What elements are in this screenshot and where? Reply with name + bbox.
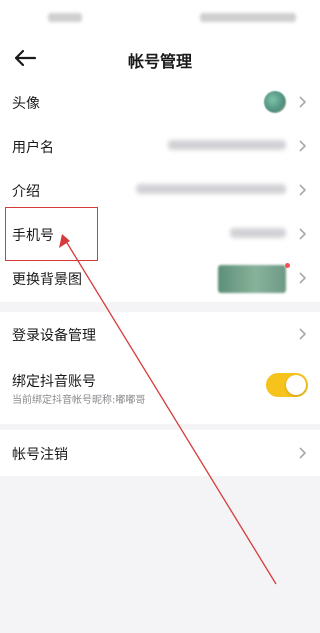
toggle-knob <box>286 375 306 395</box>
background-thumbnail <box>218 265 286 293</box>
status-icons-blurred <box>200 13 296 22</box>
account-cancel-section: 帐号注销 <box>0 430 320 476</box>
account-cancel-label: 帐号注销 <box>12 447 68 463</box>
header: 帐号管理 <box>0 36 320 80</box>
account-cancel-row[interactable]: 帐号注销 <box>0 431 320 475</box>
profile-settings-section: 头像 用户名 介绍 手机号 更换背景图 <box>0 80 320 302</box>
chevron-right-icon <box>299 447 307 459</box>
avatar-label: 头像 <box>12 96 40 112</box>
status-bar <box>0 0 320 36</box>
avatar-row[interactable]: 头像 <box>0 80 320 124</box>
bind-douyin-row: 绑定抖音账号 当前绑定抖音帐号昵称:嘟嘟哥 <box>0 360 320 420</box>
chevron-right-icon <box>299 272 307 284</box>
avatar <box>264 91 286 113</box>
bind-douyin-sublabel: 当前绑定抖音帐号昵称:嘟嘟哥 <box>12 395 146 406</box>
username-label: 用户名 <box>12 140 54 156</box>
account-binding-section: 登录设备管理 绑定抖音账号 当前绑定抖音帐号昵称:嘟嘟哥 <box>0 312 320 424</box>
bind-douyin-label: 绑定抖音账号 <box>12 374 96 390</box>
username-value-blurred <box>168 140 286 150</box>
status-time-blurred <box>48 13 82 22</box>
intro-row[interactable]: 介绍 <box>0 168 320 212</box>
intro-value-blurred <box>136 184 286 194</box>
background-row[interactable]: 更换背景图 <box>0 256 320 302</box>
bind-douyin-toggle[interactable] <box>266 373 308 397</box>
chevron-right-icon <box>299 328 307 340</box>
annotation-highlight-box <box>5 207 98 261</box>
username-row[interactable]: 用户名 <box>0 124 320 168</box>
background-label: 更换背景图 <box>12 272 82 288</box>
device-management-label: 登录设备管理 <box>12 328 96 344</box>
page-title: 帐号管理 <box>127 52 192 71</box>
chevron-right-icon <box>299 184 307 196</box>
chevron-right-icon <box>299 228 307 240</box>
new-indicator-dot <box>285 263 290 268</box>
device-management-row[interactable]: 登录设备管理 <box>0 312 320 356</box>
chevron-right-icon <box>299 140 307 152</box>
chevron-right-icon <box>299 96 307 108</box>
intro-label: 介绍 <box>12 184 40 200</box>
phone-value-blurred <box>230 228 286 238</box>
